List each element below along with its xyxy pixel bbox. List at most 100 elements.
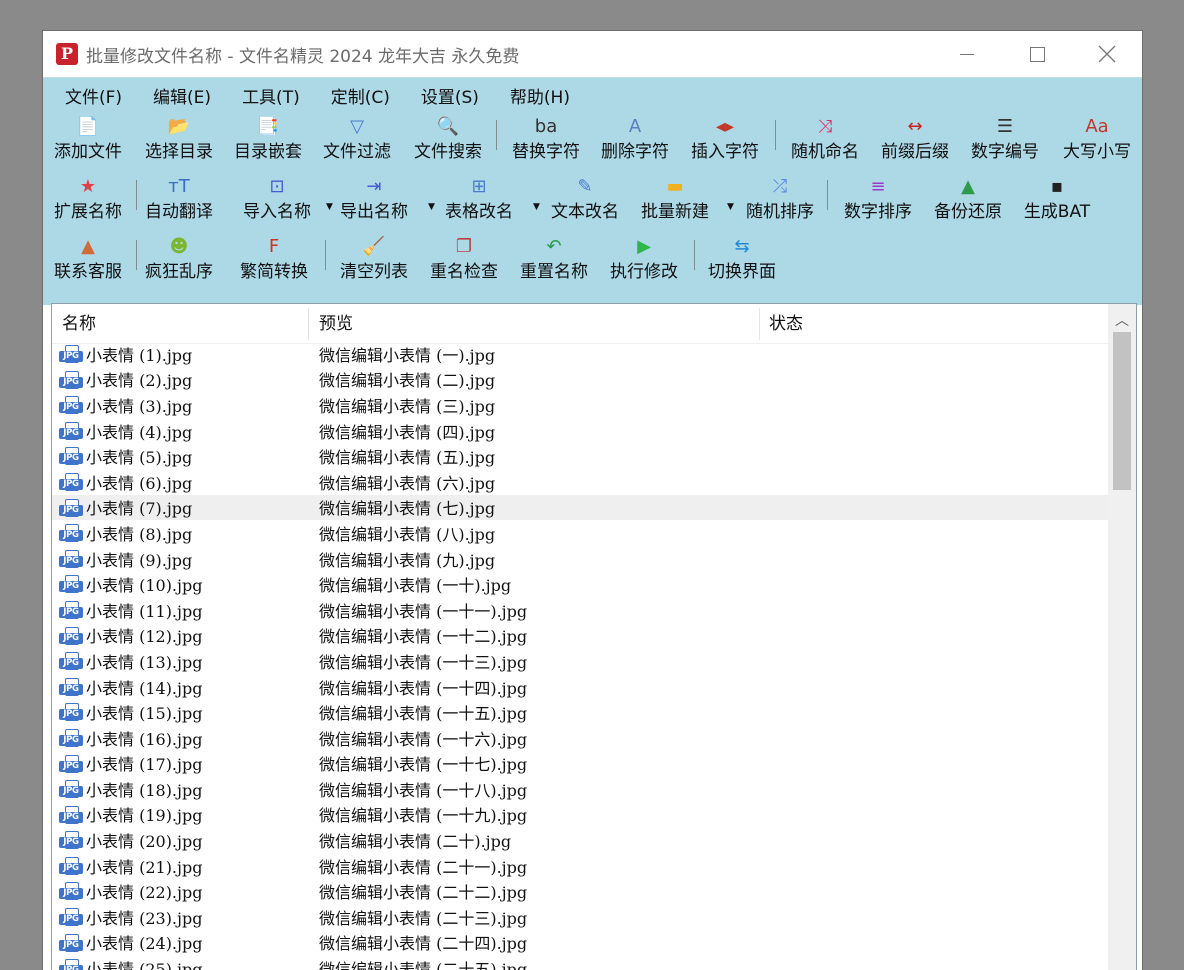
scroll-up-icon[interactable]: ︿ bbox=[1108, 310, 1136, 330]
toolbar-button-translate[interactable]: ᴛT 自动翻译 bbox=[139, 172, 219, 232]
cell-name: 小表情 (23).jpg bbox=[86, 908, 203, 928]
toolbar-button-add-file[interactable]: 📄 添加文件 bbox=[48, 112, 128, 172]
toolbar-button-search[interactable]: 🔍 文件搜索 bbox=[408, 112, 488, 172]
dropdown-arrow-icon[interactable]: ▼ bbox=[727, 202, 734, 212]
cell-name: 小表情 (15).jpg bbox=[86, 704, 203, 724]
edit-text-icon: ✎ bbox=[577, 176, 593, 197]
toolbar-button-filter[interactable]: ▽ 文件过滤 bbox=[317, 112, 397, 172]
table-row[interactable]: JPG小表情 (25).jpg 微信编辑小表情 (二十五).jpg bbox=[52, 955, 1108, 970]
menu-item[interactable]: 文件(F) bbox=[53, 83, 134, 108]
table-row[interactable]: JPG 小表情 (7).jpg 微信编辑小表情 (七).jpg bbox=[52, 494, 1108, 521]
menu-item[interactable]: 设置(S) bbox=[409, 83, 491, 108]
toolbar-button-prefix-suffix[interactable]: ↔ 前缀后缀 bbox=[875, 112, 955, 172]
table-row[interactable]: JPG 小表情 (15).jpg 微信编辑小表情 (一十五).jpg bbox=[52, 699, 1108, 725]
toolbar-button-nested-folder[interactable]: 📑 目录嵌套 bbox=[228, 112, 308, 172]
table-row[interactable]: JPG 小表情 (4).jpg 微信编辑小表情 (四).jpg bbox=[52, 418, 1108, 444]
drive-icon: ▲ bbox=[961, 176, 975, 197]
toolbar-button-table[interactable]: ⊞ 表格改名 bbox=[439, 172, 519, 232]
cell-preview: 微信编辑小表情 (二十五).jpg bbox=[319, 960, 528, 970]
toolbar-button-support[interactable]: ▲ 联系客服 bbox=[48, 232, 128, 292]
title-bar[interactable]: P 批量修改文件名称 - 文件名精灵 2024 龙年大吉 永久免费 bbox=[43, 31, 1142, 77]
toolbar-button-drive[interactable]: ▲ 备份还原 bbox=[928, 172, 1008, 232]
table-row[interactable]: JPG 小表情 (18).jpg 微信编辑小表情 (一十八).jpg bbox=[52, 776, 1108, 802]
minimize-button[interactable] bbox=[932, 31, 1002, 77]
file-type-tag: JPG bbox=[59, 914, 83, 926]
table-row[interactable]: JPG 小表情 (22).jpg 微信编辑小表情 (二十二).jpg bbox=[52, 878, 1108, 904]
file-list[interactable]: 名称 预览 状态 JPG 小表情 (1).jpg 微信编辑小表情 (一).jpg JP… bbox=[51, 303, 1137, 970]
toolbar-button-import[interactable]: ⊡ 导入名称 bbox=[237, 172, 317, 232]
dropdown-arrow-icon[interactable]: ▼ bbox=[326, 202, 333, 212]
toolbar-label: 疯狂乱序 bbox=[145, 262, 213, 282]
toolbar-button-numbered-list[interactable]: ☰ 数字编号 bbox=[965, 112, 1045, 172]
table-row[interactable]: JPG 小表情 (1).jpg 微信编辑小表情 (一).jpg bbox=[52, 341, 1108, 367]
toolbar-button-crazy-face[interactable]: ☻ 疯狂乱序 bbox=[139, 232, 219, 292]
file-type-tag: JPG bbox=[59, 760, 83, 772]
table-row[interactable]: JPG 小表情 (9).jpg 微信编辑小表情 (九).jpg bbox=[52, 546, 1108, 572]
jpg-file-icon: JPG bbox=[59, 652, 83, 671]
toolbar-label: 切换界面 bbox=[708, 262, 776, 282]
toolbar-button-broom[interactable]: 🧹 清空列表 bbox=[334, 232, 414, 292]
toolbar-button-insert-text[interactable]: ◂▸ 插入字符 bbox=[685, 112, 765, 172]
table-row[interactable]: JPG 小表情 (17).jpg 微信编辑小表情 (一十七).jpg bbox=[52, 751, 1108, 777]
toolbar-button-case[interactable]: Aa 大写小写 bbox=[1057, 112, 1137, 172]
jpg-file-icon: JPG bbox=[59, 421, 83, 441]
toolbar-button-folder-open[interactable]: 📂 选择目录 bbox=[139, 112, 219, 172]
table-row[interactable]: JPG 小表情 (10).jpg 微信编辑小表情 (一十).jpg bbox=[52, 571, 1108, 597]
table-row[interactable]: JPG 小表情 (13).jpg 微信编辑小表情 (一十三).jpg bbox=[52, 648, 1108, 674]
table-row[interactable]: JPG 小表情 (24).jpg 微信编辑小表情 (二十四).jpg bbox=[52, 930, 1108, 956]
file-type-tag: JPG bbox=[59, 478, 83, 490]
table-row[interactable]: JPG 小表情 (19).jpg 微信编辑小表情 (一十九).jpg bbox=[52, 802, 1108, 828]
dropdown-arrow-icon[interactable]: ▼ bbox=[533, 202, 540, 212]
file-type-tag: JPG bbox=[59, 632, 83, 644]
column-header-name[interactable]: 名称 bbox=[52, 304, 308, 344]
toolbar-button-play[interactable]: ▶ 执行修改 bbox=[604, 232, 684, 292]
table-row[interactable]: JPG 小表情 (3).jpg 微信编辑小表情 (三).jpg bbox=[52, 392, 1108, 418]
toolbar-button-shuffle[interactable]: ⤨ 随机命名 bbox=[785, 112, 865, 172]
jpg-file-icon: JPG bbox=[59, 549, 83, 569]
table-row[interactable]: JPG 小表情 (21).jpg 微信编辑小表情 (二十一).jpg bbox=[52, 853, 1108, 879]
table-row[interactable]: JPG 小表情 (2).jpg 微信编辑小表情 (二).jpg bbox=[52, 367, 1108, 393]
toolbar-label: 导入名称 bbox=[243, 202, 311, 222]
table-row[interactable]: JPG 小表情 (5).jpg 微信编辑小表情 (五).jpg bbox=[52, 443, 1108, 469]
cell-name: 小表情 (3).jpg bbox=[86, 396, 193, 416]
column-header-status[interactable]: 状态 bbox=[759, 304, 1099, 344]
cell-preview: 微信编辑小表情 (二十四).jpg bbox=[319, 934, 528, 954]
maximize-button[interactable] bbox=[1002, 31, 1072, 77]
menu-item[interactable]: 帮助(H) bbox=[498, 83, 582, 108]
table-row[interactable]: JPG 小表情 (6).jpg 微信编辑小表情 (六).jpg bbox=[52, 469, 1108, 495]
table-row[interactable]: JPG 小表情 (8).jpg 微信编辑小表情 (八).jpg bbox=[52, 520, 1108, 546]
scroll-thumb[interactable] bbox=[1113, 332, 1131, 490]
toolbar-button-edit-text[interactable]: ✎ 文本改名 bbox=[545, 172, 625, 232]
replace-text-icon: ba bbox=[534, 116, 558, 137]
table-row[interactable]: JPG 小表情 (11).jpg 微信编辑小表情 (一十一).jpg bbox=[52, 597, 1108, 623]
file-type-tag: JPG bbox=[59, 606, 83, 618]
toolbar-button-terminal[interactable]: ▪ 生成BAT bbox=[1017, 172, 1097, 232]
toolbar-button-random-sort[interactable]: ⤮ 随机排序 bbox=[740, 172, 820, 232]
toolbar-button-font-f[interactable]: F 繁简转换 bbox=[234, 232, 314, 292]
table-row[interactable]: JPG 小表情 (12).jpg 微信编辑小表情 (一十二).jpg bbox=[52, 623, 1108, 649]
toolbar-button-replace-text[interactable]: ba 替换字符 bbox=[506, 112, 586, 172]
toolbar-button-export[interactable]: ⇥ 导出名称 bbox=[334, 172, 414, 232]
toolbar-button-duplicate[interactable]: ❐ 重名检查 bbox=[424, 232, 504, 292]
toolbar-button-switch[interactable]: ⇆ 切换界面 bbox=[702, 232, 782, 292]
menu-item[interactable]: 定制(C) bbox=[319, 83, 402, 108]
toolbar-button-star[interactable]: ★ 扩展名称 bbox=[48, 172, 128, 232]
toolbar-button-sort-lines[interactable]: ≡ 数字排序 bbox=[838, 172, 918, 232]
menu-item[interactable]: 编辑(E) bbox=[141, 83, 223, 108]
toolbar-button-undo[interactable]: ↶ 重置名称 bbox=[514, 232, 594, 292]
menu-item[interactable]: 工具(T) bbox=[230, 83, 312, 108]
close-button[interactable] bbox=[1072, 31, 1142, 77]
dropdown-arrow-icon[interactable]: ▼ bbox=[428, 202, 435, 212]
toolbar-label: 目录嵌套 bbox=[234, 142, 302, 162]
toolbar-separator bbox=[694, 240, 695, 270]
column-header-preview[interactable]: 预览 bbox=[309, 304, 759, 344]
table-row[interactable]: JPG 小表情 (14).jpg 微信编辑小表情 (一十四).jpg bbox=[52, 674, 1108, 700]
toolbar-button-delete-text[interactable]: A 删除字符 bbox=[595, 112, 675, 172]
toolbar-button-new-folder[interactable]: ▬ 批量新建 bbox=[635, 172, 715, 232]
table-row[interactable]: JPG 小表情 (23).jpg 微信编辑小表情 (二十三).jpg bbox=[52, 904, 1108, 930]
table-row[interactable]: JPG 小表情 (16).jpg 微信编辑小表情 (一十六).jpg bbox=[52, 725, 1108, 751]
vertical-scrollbar[interactable]: ︿ bbox=[1108, 304, 1136, 970]
table-row[interactable]: JPG 小表情 (20).jpg 微信编辑小表情 (二十).jpg bbox=[52, 827, 1108, 853]
folder-open-icon: 📂 bbox=[167, 116, 191, 137]
toolbar-label: 自动翻译 bbox=[145, 202, 213, 222]
